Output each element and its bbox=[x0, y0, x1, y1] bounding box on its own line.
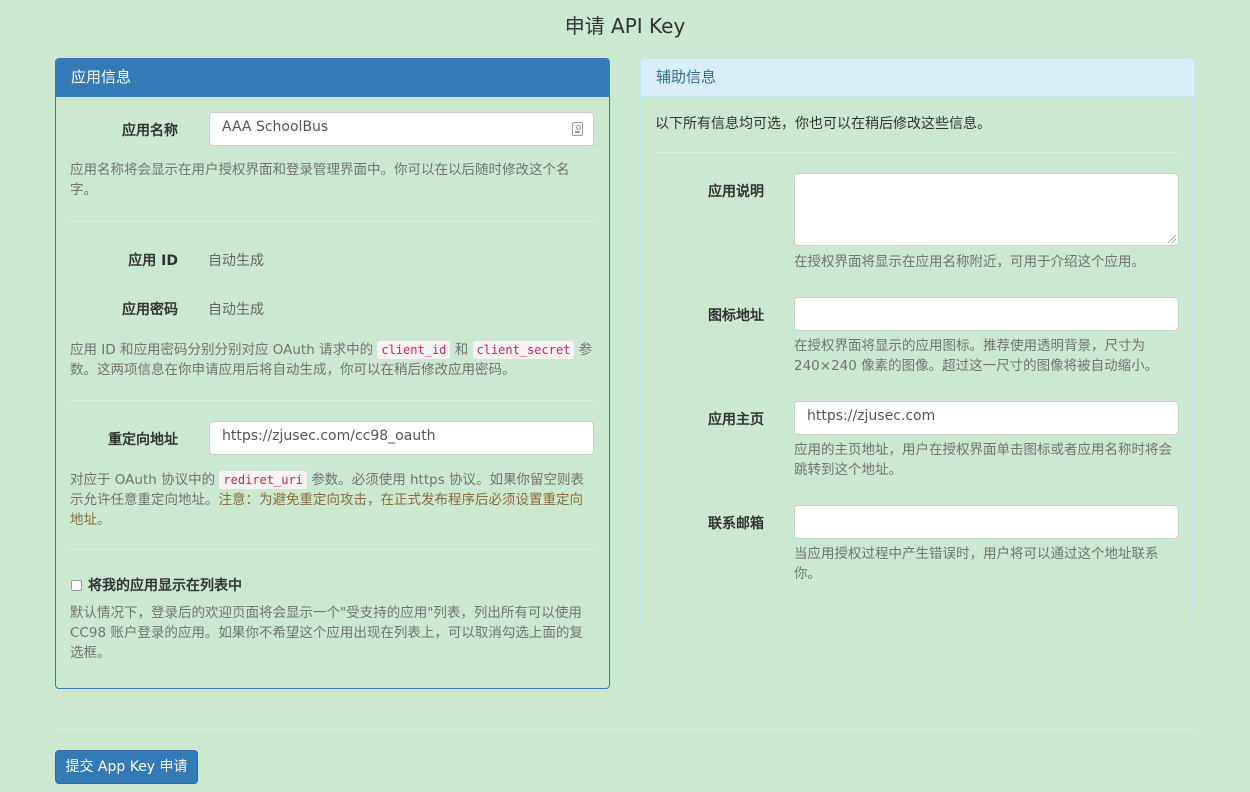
divider bbox=[656, 152, 1179, 153]
divider bbox=[70, 221, 594, 222]
homepage-label: 应用主页 bbox=[708, 412, 764, 428]
show-in-list-label[interactable]: 将我的应用显示在列表中 bbox=[88, 575, 242, 595]
resize-grip-icon[interactable] bbox=[1168, 235, 1176, 243]
homepage-help: 应用的主页地址，用户在授权界面单击图标或者应用名称时将会跳转到这个地址。 bbox=[794, 442, 1172, 478]
contact-card-icon[interactable] bbox=[572, 122, 583, 136]
aux-info-heading: 辅助信息 bbox=[641, 59, 1194, 97]
redirect-label: 重定向地址 bbox=[108, 432, 178, 448]
app-info-heading: 应用信息 bbox=[56, 59, 609, 97]
email-label: 联系邮箱 bbox=[708, 516, 764, 532]
description-help: 在授权界面将显示在应用名称附近，可用于介绍这个应用。 bbox=[794, 254, 1145, 270]
show-in-list-help: 默认情况下，登录后的欢迎页面将会显示一个"受支持的应用"列表，列出所有可以使用 … bbox=[70, 605, 583, 661]
page-title: 申请 API Key bbox=[564, 14, 686, 38]
description-textarea[interactable] bbox=[794, 173, 1179, 246]
divider bbox=[70, 549, 594, 550]
icon-url-input[interactable] bbox=[794, 297, 1179, 331]
divider bbox=[70, 400, 594, 401]
redirect-help: 对应于 OAuth 协议中的 rediret_uri 参数。必须使用 https… bbox=[70, 470, 595, 530]
email-help: 当应用授权过程中产生错误时，用户将可以通过这个地址联系你。 bbox=[794, 546, 1159, 582]
id-secret-help: 应用 ID 和应用密码分别分别对应 OAuth 请求中的 client_id 和… bbox=[70, 340, 595, 380]
app-name-label: 应用名称 bbox=[122, 123, 178, 139]
footer-divider bbox=[55, 729, 1195, 730]
redirect-uri-code: rediret_uri bbox=[219, 471, 307, 489]
icon-url-help: 在授权界面将显示的应用图标。推荐使用透明背景，尺寸为 240×240 像素的图像… bbox=[794, 338, 1159, 374]
homepage-input[interactable]: https://zjusec.com bbox=[794, 401, 1179, 435]
redirect-value: https://zjusec.com/cc98_oauth bbox=[222, 428, 436, 444]
client-secret-code: client_secret bbox=[472, 341, 575, 359]
aux-intro: 以下所有信息均可选，你也可以在稍后修改这些信息。 bbox=[655, 116, 991, 132]
app-name-value: AAA SchoolBus bbox=[222, 119, 329, 135]
redirect-period: 。 bbox=[97, 512, 111, 528]
redirect-input[interactable]: https://zjusec.com/cc98_oauth bbox=[209, 421, 594, 455]
redirect-help-text: 对应于 OAuth 协议中的 bbox=[70, 472, 216, 488]
icon-url-label: 图标地址 bbox=[708, 308, 764, 324]
id-help-text: 应用 ID 和应用密码分别分别对应 OAuth 请求中的 bbox=[70, 342, 374, 358]
id-help-and: 和 bbox=[454, 342, 469, 358]
app-id-label: 应用 ID bbox=[128, 253, 178, 269]
app-name-help: 应用名称将会显示在用户授权界面和登录管理界面中。你可以在以后随时修改这个名字。 bbox=[70, 162, 570, 198]
show-in-list-checkbox[interactable] bbox=[71, 579, 82, 591]
app-secret-label: 应用密码 bbox=[122, 302, 178, 318]
email-input[interactable] bbox=[794, 505, 1179, 539]
app-secret-value: 自动生成 bbox=[208, 302, 264, 318]
client-id-code: client_id bbox=[377, 341, 451, 359]
app-name-input[interactable]: AAA SchoolBus bbox=[209, 112, 594, 146]
submit-button[interactable]: 提交 App Key 申请 bbox=[55, 750, 198, 784]
show-in-list-row[interactable]: 将我的应用显示在列表中 bbox=[71, 575, 242, 595]
description-label: 应用说明 bbox=[708, 184, 764, 200]
app-id-value: 自动生成 bbox=[208, 253, 264, 269]
homepage-value: https://zjusec.com bbox=[807, 408, 936, 424]
